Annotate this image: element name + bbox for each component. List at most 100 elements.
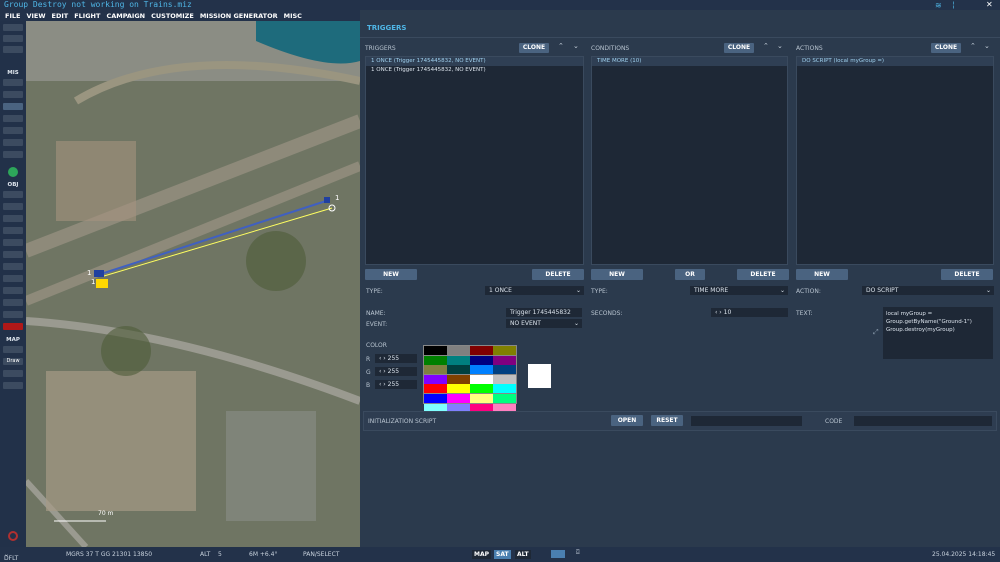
fly-icon[interactable] xyxy=(8,167,18,177)
destroy-zone-icon[interactable] xyxy=(3,287,23,294)
delete-icon[interactable] xyxy=(3,323,23,330)
list-item[interactable]: DO SCRIPT (local myGroup =) xyxy=(797,57,993,66)
color-swatch[interactable] xyxy=(470,346,493,355)
color-swatch[interactable] xyxy=(493,384,516,394)
briefing-icon[interactable] xyxy=(3,79,23,86)
init-script-file-field[interactable] xyxy=(691,416,802,426)
triggers-delete-button[interactable]: DELETE xyxy=(532,269,584,280)
triggers-new-button[interactable]: NEW xyxy=(365,269,417,280)
close-icon[interactable]: ✕ xyxy=(986,0,993,9)
menu-flight[interactable]: FLIGHT xyxy=(74,12,100,20)
color-swatch[interactable] xyxy=(470,394,493,403)
conditions-new-button[interactable]: NEW xyxy=(591,269,643,280)
layers-icon[interactable] xyxy=(551,550,565,558)
color-swatch[interactable] xyxy=(424,355,447,365)
check-icon[interactable] xyxy=(3,139,23,146)
move-up-icon[interactable]: ⌃ xyxy=(763,42,769,50)
color-swatch[interactable] xyxy=(470,355,493,365)
sat-view-button[interactable]: SAT xyxy=(494,550,511,559)
red-stepper[interactable]: ‹ › 255 xyxy=(375,354,417,363)
color-swatch[interactable] xyxy=(493,394,516,403)
menu-view[interactable]: VIEW xyxy=(26,12,45,20)
settings-icon[interactable] xyxy=(8,531,18,541)
expand-icon[interactable]: ⤢ xyxy=(873,328,879,337)
train-icon[interactable] xyxy=(3,251,23,258)
color-swatch[interactable] xyxy=(447,384,470,394)
green-stepper[interactable]: ‹ › 255 xyxy=(375,367,417,376)
helicopter-icon[interactable] xyxy=(3,203,23,210)
move-down-icon[interactable]: ⌄ xyxy=(984,42,990,50)
move-down-icon[interactable]: ⌄ xyxy=(573,42,579,50)
color-swatch[interactable] xyxy=(493,374,516,384)
trigger-name-input[interactable]: Trigger 1745445832 xyxy=(506,308,582,317)
color-swatch[interactable] xyxy=(493,346,516,355)
menu-file[interactable]: FILE xyxy=(5,12,20,20)
conditions-clone-button[interactable]: CLONE xyxy=(724,43,754,53)
color-swatch[interactable] xyxy=(470,374,493,384)
color-swatch[interactable] xyxy=(424,384,447,394)
static-icon[interactable] xyxy=(3,239,23,246)
color-swatch[interactable] xyxy=(447,394,470,403)
map-options-icon[interactable] xyxy=(3,382,23,389)
actions-list[interactable]: DO SCRIPT (local myGroup =) xyxy=(796,56,994,265)
ruler-icon[interactable] xyxy=(3,346,23,353)
actions-delete-button[interactable]: DELETE xyxy=(941,269,993,280)
plane-icon[interactable] xyxy=(3,191,23,198)
menu-mission-generator[interactable]: MISSION GENERATOR xyxy=(200,12,278,20)
reset-button[interactable]: RESET xyxy=(651,415,683,426)
seconds-stepper[interactable]: ‹ › 10 xyxy=(711,308,788,317)
conditions-delete-button[interactable]: DELETE xyxy=(737,269,789,280)
zone-icon[interactable] xyxy=(3,115,23,122)
menu-edit[interactable]: EDIT xyxy=(52,12,69,20)
menu-campaign[interactable]: CAMPAIGN xyxy=(106,12,145,20)
resources-icon[interactable] xyxy=(3,151,23,158)
waypoint-icon[interactable] xyxy=(3,263,23,270)
vehicle-icon[interactable] xyxy=(3,227,23,234)
conditions-list[interactable]: TIME MORE (10) xyxy=(591,56,788,265)
or-button[interactable]: OR xyxy=(675,269,705,280)
menu-misc[interactable]: MISC xyxy=(284,12,302,20)
alt-view-button[interactable]: ALT xyxy=(515,550,531,559)
triggers-icon[interactable] xyxy=(3,103,23,110)
list-item[interactable]: TIME MORE (10) xyxy=(592,57,787,66)
menu-customize[interactable]: CUSTOMIZE xyxy=(151,12,194,20)
move-up-icon[interactable]: ⌃ xyxy=(970,42,976,50)
code-input[interactable] xyxy=(854,416,992,426)
color-swatch[interactable] xyxy=(493,355,516,365)
map-view[interactable]: 1 1 1 70 m xyxy=(26,21,360,547)
open-folder-icon[interactable] xyxy=(3,35,23,42)
open-button[interactable]: OPEN xyxy=(611,415,643,426)
color-swatch[interactable] xyxy=(424,374,447,384)
profile-select[interactable]: DFLT ⌄ xyxy=(4,551,18,562)
move-down-icon[interactable]: ⌄ xyxy=(777,42,783,50)
template-icon[interactable] xyxy=(3,299,23,306)
trigger-type-select[interactable]: 1 ONCE ⌄ xyxy=(485,286,584,295)
blue-stepper[interactable]: ‹ › 255 xyxy=(375,380,417,389)
list-item[interactable]: 1 ONCE (Trigger 1745445832, NO EVENT) xyxy=(366,66,583,75)
ship-icon[interactable] xyxy=(3,215,23,222)
color-swatch[interactable] xyxy=(424,346,447,355)
target-icon[interactable] xyxy=(3,275,23,282)
list-item[interactable]: 1 ONCE (Trigger 1745445832, NO EVENT) xyxy=(366,57,583,66)
draw-button[interactable]: Draw xyxy=(3,358,23,365)
color-swatch[interactable] xyxy=(424,394,447,403)
new-file-icon[interactable] xyxy=(3,24,23,31)
color-swatch[interactable] xyxy=(470,384,493,394)
color-swatch[interactable] xyxy=(447,346,470,355)
color-swatch[interactable] xyxy=(424,365,447,375)
map-view-button[interactable]: MAP xyxy=(472,550,492,559)
move-up-icon[interactable]: ⌃ xyxy=(558,42,564,50)
condition-type-select[interactable]: TIME MORE ⌄ xyxy=(690,286,788,295)
save-icon[interactable] xyxy=(3,46,23,53)
triggers-clone-button[interactable]: CLONE xyxy=(519,43,549,53)
actions-clone-button[interactable]: CLONE xyxy=(931,43,961,53)
camera-icon[interactable]: ⌼ xyxy=(576,549,580,557)
triggers-list[interactable]: 1 ONCE (Trigger 1745445832, NO EVENT) 1 … xyxy=(365,56,584,265)
color-swatch[interactable] xyxy=(470,365,493,375)
measure-icon[interactable] xyxy=(3,370,23,377)
shapes-icon[interactable] xyxy=(3,311,23,318)
goals-icon[interactable] xyxy=(3,127,23,134)
event-select[interactable]: NO EVENT ⌄ xyxy=(506,319,582,328)
weather-icon[interactable] xyxy=(3,91,23,98)
color-swatch[interactable] xyxy=(493,365,516,375)
